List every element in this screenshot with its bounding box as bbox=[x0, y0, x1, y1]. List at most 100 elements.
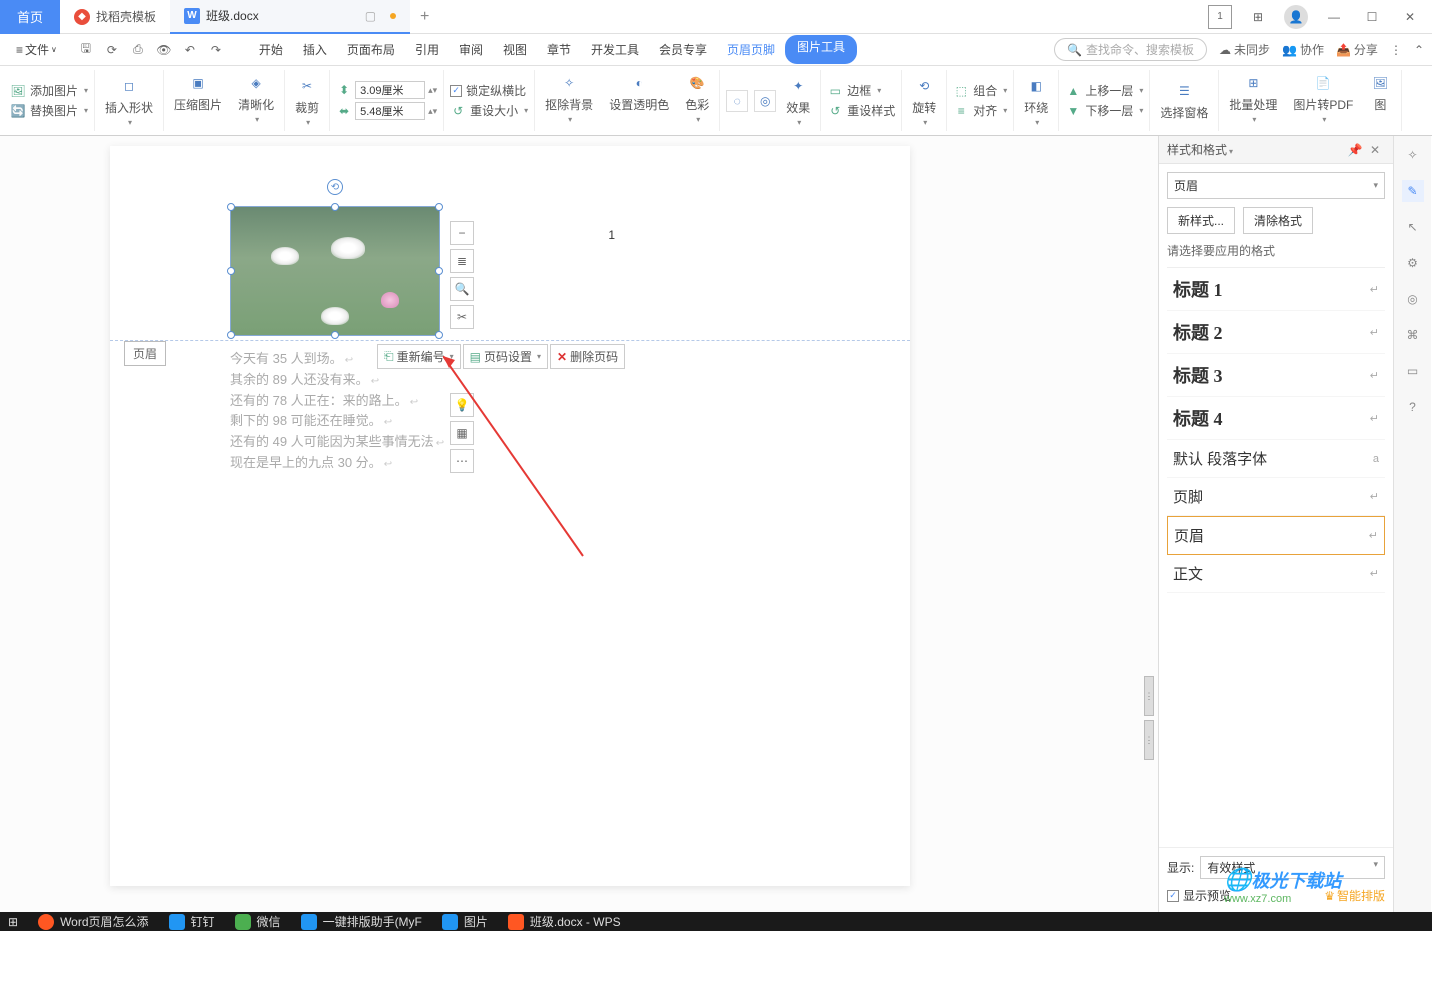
rotate-handle[interactable]: ⟲ bbox=[327, 179, 343, 195]
selection-pane-button[interactable]: ☰选择窗格 bbox=[1156, 78, 1212, 123]
menu-header-footer[interactable]: 页眉页脚 bbox=[717, 35, 785, 64]
strip-cursor-icon[interactable]: ↖ bbox=[1402, 216, 1424, 238]
tab-window-icon[interactable]: ▢ bbox=[365, 9, 376, 23]
resize-handle[interactable] bbox=[227, 331, 235, 339]
menu-insert[interactable]: 插入 bbox=[293, 35, 337, 64]
menu-reference[interactable]: 引用 bbox=[405, 35, 449, 64]
menu-review[interactable]: 审阅 bbox=[449, 35, 493, 64]
lock-ratio-checkbox[interactable]: ✓锁定纵横比 bbox=[450, 82, 528, 99]
selected-image[interactable]: ⟲ bbox=[230, 206, 440, 336]
minimize-button[interactable]: — bbox=[1322, 5, 1346, 29]
taskbar-item[interactable]: 一键排版助手(MyF bbox=[301, 913, 422, 930]
replace-picture-button[interactable]: 🔄替换图片 bbox=[10, 102, 88, 119]
page-setup-button[interactable]: ▤页码设置 bbox=[463, 344, 548, 369]
sync-status[interactable]: ☁未同步 bbox=[1219, 41, 1270, 58]
user-avatar[interactable]: 👤 bbox=[1284, 5, 1308, 29]
menu-view[interactable]: 视图 bbox=[493, 35, 537, 64]
move-down-button[interactable]: ▼下移一层 bbox=[1065, 102, 1143, 119]
show-preview-checkbox[interactable]: ✓显示预览 bbox=[1167, 887, 1231, 904]
tab-template[interactable]: ◆ 找稻壳模板 bbox=[60, 0, 170, 34]
strip-clip-icon[interactable]: ⌘ bbox=[1402, 324, 1424, 346]
reset-style-button[interactable]: ↺重设样式 bbox=[827, 102, 895, 119]
resize-handle[interactable] bbox=[435, 267, 443, 275]
style-item-footer[interactable]: 页脚↵ bbox=[1167, 478, 1385, 516]
stepper-icon[interactable]: ▴▾ bbox=[428, 106, 437, 117]
clarity-button[interactable]: ◈清晰化 bbox=[234, 70, 278, 131]
float-crop-icon[interactable]: ✂ bbox=[450, 305, 474, 329]
set-transparent-button[interactable]: ◐设置透明色 bbox=[605, 70, 673, 131]
new-style-button[interactable]: 新样式... bbox=[1167, 207, 1235, 234]
style-item-body[interactable]: 正文↵ bbox=[1167, 555, 1385, 593]
compress-button[interactable]: ▣压缩图片 bbox=[170, 70, 226, 131]
taskbar-item[interactable]: 图片 bbox=[442, 913, 488, 930]
taskbar-item[interactable]: 班级.docx - WPS bbox=[508, 913, 621, 930]
command-search[interactable]: 🔍 查找命令、搜索模板 bbox=[1054, 38, 1207, 61]
taskbar-item[interactable]: Word页眉怎么添 bbox=[38, 913, 148, 930]
taskbar-item[interactable]: 微信 bbox=[235, 913, 281, 930]
align-button[interactable]: ≡对齐 bbox=[953, 102, 1007, 119]
clear-format-button[interactable]: 清除格式 bbox=[1243, 207, 1313, 234]
resize-handle[interactable] bbox=[435, 331, 443, 339]
current-style-select[interactable]: 页眉▾ bbox=[1167, 172, 1385, 199]
rotate-button[interactable]: ⟲旋转 bbox=[908, 73, 940, 129]
effect-preset-icon[interactable]: ◌ bbox=[726, 90, 748, 112]
style-item-heading2[interactable]: 标题 2↵ bbox=[1167, 311, 1385, 354]
document-area[interactable]: 1 ⟲ − ≣ bbox=[0, 136, 1158, 912]
reset-size-button[interactable]: ↺重设大小 bbox=[450, 102, 528, 119]
style-item-heading3[interactable]: 标题 3↵ bbox=[1167, 354, 1385, 397]
menu-vip[interactable]: 会员专享 bbox=[649, 35, 717, 64]
tab-home[interactable]: 首页 bbox=[0, 0, 60, 34]
remove-bg-button[interactable]: ✧抠除背景 bbox=[541, 70, 597, 131]
resize-handle[interactable] bbox=[227, 267, 235, 275]
scroll-jump-handle[interactable]: ⋮ bbox=[1144, 676, 1154, 716]
pin-icon[interactable]: 📌 bbox=[1345, 143, 1365, 157]
style-item-heading4[interactable]: 标题 4↵ bbox=[1167, 397, 1385, 440]
tab-active-doc[interactable]: W 班级.docx ▢ bbox=[170, 0, 410, 34]
qat-print-icon[interactable]: ⎙ bbox=[129, 41, 147, 59]
style-item-header[interactable]: 页眉↵ bbox=[1167, 516, 1385, 555]
wrap-button[interactable]: ◧环绕 bbox=[1020, 73, 1052, 129]
menu-pagelayout[interactable]: 页面布局 bbox=[337, 35, 405, 64]
qat-undo-icon[interactable]: ↶ bbox=[181, 41, 199, 59]
style-item-default-font[interactable]: 默认 段落字体a bbox=[1167, 440, 1385, 478]
menu-devtools[interactable]: 开发工具 bbox=[581, 35, 649, 64]
renumber-button[interactable]: ⎗重新编号 bbox=[377, 344, 461, 369]
float-gear-icon[interactable]: ▦ bbox=[450, 421, 474, 445]
resize-handle[interactable] bbox=[227, 203, 235, 211]
float-more-icon[interactable]: ⋯ bbox=[450, 449, 474, 473]
float-layout-icon[interactable]: ≣ bbox=[450, 249, 474, 273]
collapse-ribbon-icon[interactable]: ⌃ bbox=[1414, 43, 1424, 57]
more-icon[interactable]: ⋮ bbox=[1390, 43, 1402, 57]
float-hint-icon[interactable]: 💡 bbox=[450, 393, 474, 417]
qat-save-icon[interactable]: 🖫 bbox=[77, 41, 95, 59]
panel-close-icon[interactable]: ✕ bbox=[1365, 143, 1385, 157]
batch-button[interactable]: ⊞批量处理 bbox=[1225, 70, 1281, 131]
menu-picture-tools[interactable]: 图片工具 bbox=[785, 35, 857, 64]
apps-icon[interactable]: ⊞ bbox=[1246, 5, 1270, 29]
maximize-button[interactable]: ☐ bbox=[1360, 5, 1384, 29]
resize-handle[interactable] bbox=[435, 203, 443, 211]
collab-button[interactable]: 👥协作 bbox=[1282, 41, 1324, 58]
layout-icon[interactable]: 1 bbox=[1208, 5, 1232, 29]
strip-shape-icon[interactable]: ◎ bbox=[1402, 288, 1424, 310]
insert-shape-button[interactable]: ◻插入形状 bbox=[101, 73, 157, 129]
qat-preview-icon[interactable]: 👁 bbox=[155, 41, 173, 59]
resize-handle[interactable] bbox=[331, 331, 339, 339]
share-button[interactable]: 📤分享 bbox=[1336, 41, 1378, 58]
strip-help-icon[interactable]: ? bbox=[1402, 396, 1424, 418]
taskbar-item[interactable]: 钉钉 bbox=[169, 913, 215, 930]
resize-handle[interactable] bbox=[331, 203, 339, 211]
header-zone[interactable]: 1 ⟲ − ≣ bbox=[110, 146, 910, 341]
stepper-icon[interactable]: ▴▾ bbox=[428, 85, 437, 96]
float-shrink-icon[interactable]: − bbox=[450, 221, 474, 245]
border-button[interactable]: ▭边框 bbox=[827, 82, 895, 99]
topdf-button[interactable]: 📄图片转PDF bbox=[1289, 70, 1357, 131]
tab-add[interactable]: + bbox=[410, 0, 439, 34]
close-button[interactable]: ✕ bbox=[1398, 5, 1422, 29]
width-input[interactable]: 5.48厘米 bbox=[355, 102, 425, 120]
style-item-heading1[interactable]: 标题 1↵ bbox=[1167, 268, 1385, 311]
add-picture-button[interactable]: 🖼添加图片 bbox=[10, 82, 88, 99]
effect-preset-icon[interactable]: ◎ bbox=[754, 90, 776, 112]
strip-pen-icon[interactable]: ✎ bbox=[1402, 180, 1424, 202]
height-input[interactable]: 3.09厘米 bbox=[355, 81, 425, 99]
